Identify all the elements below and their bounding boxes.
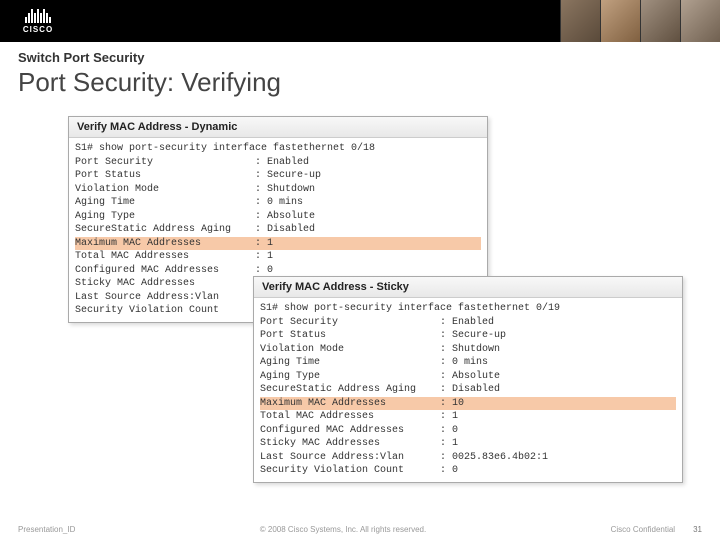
- terminal-row: Total MAC Addresses: 1: [75, 250, 481, 264]
- panels-area: Verify MAC Address - Dynamic S1# show po…: [18, 116, 702, 516]
- terminal-row: Aging Type: Absolute: [75, 210, 481, 224]
- terminal-rows: Port Security: EnabledPort Status: Secur…: [260, 316, 676, 478]
- terminal-row: Security Violation Count: 0: [260, 464, 676, 478]
- banner-photo: [680, 0, 720, 42]
- slide-content: Switch Port Security Port Security: Veri…: [0, 42, 720, 516]
- slide-footer: Presentation_ID © 2008 Cisco Systems, In…: [0, 525, 720, 534]
- terminal-row: Aging Time: 0 mins: [260, 356, 676, 370]
- terminal-row: Violation Mode: Shutdown: [75, 183, 481, 197]
- panel-sticky-header: Verify MAC Address - Sticky: [254, 277, 682, 298]
- terminal-row: SecureStatic Address Aging: Disabled: [260, 383, 676, 397]
- terminal-row: Maximum MAC Addresses: 10: [260, 397, 676, 411]
- terminal-row: Configured MAC Addresses: 0: [260, 424, 676, 438]
- footer-right: Cisco Confidential: [611, 525, 675, 534]
- terminal-command: S1# show port-security interface fasteth…: [260, 302, 676, 316]
- banner-photo: [600, 0, 640, 42]
- panel-sticky: Verify MAC Address - Sticky S1# show por…: [253, 276, 683, 483]
- terminal-row: Violation Mode: Shutdown: [260, 343, 676, 357]
- terminal-row: Maximum MAC Addresses: 1: [75, 237, 481, 251]
- terminal-command: S1# show port-security interface fasteth…: [75, 142, 481, 156]
- terminal-row: Sticky MAC Addresses: 1: [260, 437, 676, 451]
- cisco-logo: CISCO: [8, 9, 68, 34]
- panel-sticky-terminal: S1# show port-security interface fasteth…: [254, 298, 682, 482]
- footer-left: Presentation_ID: [18, 525, 75, 534]
- panel-dynamic-header: Verify MAC Address - Dynamic: [69, 117, 487, 138]
- terminal-row: Configured MAC Addresses: 0: [75, 264, 481, 278]
- terminal-row: Port Status: Secure-up: [75, 169, 481, 183]
- breadcrumb: Switch Port Security: [18, 50, 702, 65]
- terminal-row: SecureStatic Address Aging: Disabled: [75, 223, 481, 237]
- footer-page: 31: [693, 525, 702, 534]
- terminal-row: Port Security: Enabled: [75, 156, 481, 170]
- cisco-logo-bars-icon: [25, 9, 51, 23]
- banner-photo: [560, 0, 600, 42]
- logo-text: CISCO: [23, 25, 53, 34]
- terminal-row: Last Source Address:Vlan: 0025.83e6.4b02…: [260, 451, 676, 465]
- top-banner: CISCO: [0, 0, 720, 42]
- banner-photo: [640, 0, 680, 42]
- banner-photos: [560, 0, 720, 42]
- terminal-row: Port Status: Secure-up: [260, 329, 676, 343]
- page-title: Port Security: Verifying: [18, 67, 702, 98]
- footer-center: © 2008 Cisco Systems, Inc. All rights re…: [75, 525, 610, 534]
- terminal-row: Total MAC Addresses: 1: [260, 410, 676, 424]
- terminal-row: Aging Type: Absolute: [260, 370, 676, 384]
- terminal-row: Aging Time: 0 mins: [75, 196, 481, 210]
- terminal-row: Port Security: Enabled: [260, 316, 676, 330]
